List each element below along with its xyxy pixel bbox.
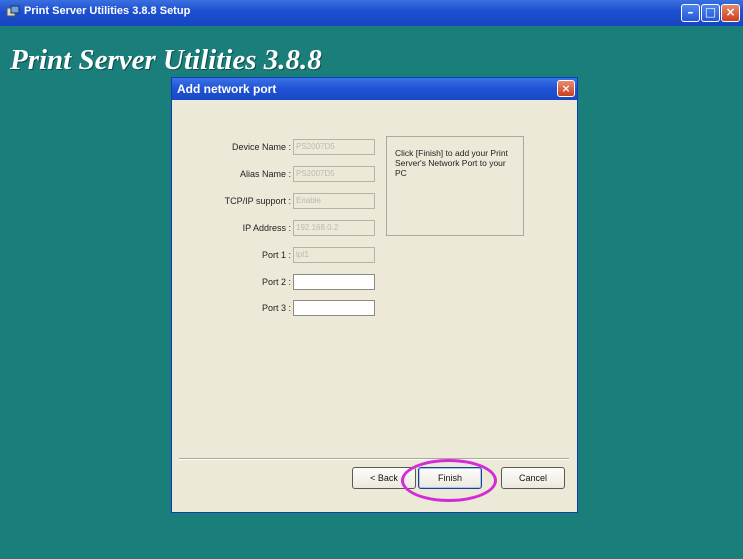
- info-box: Click [Finish] to add your Print Server'…: [386, 136, 524, 236]
- info-text: Click [Finish] to add your Print Server'…: [395, 148, 508, 178]
- minimize-button[interactable]: –: [681, 4, 700, 22]
- device-name-label: Device Name :: [231, 142, 291, 152]
- app-heading: Print Server Utilities 3.8.8: [10, 44, 322, 76]
- port2-label: Port 2 :: [261, 277, 291, 287]
- finish-highlight-circle: [401, 459, 497, 502]
- alias-name-label: Alias Name :: [239, 169, 291, 179]
- dialog-title: Add network port: [177, 82, 277, 96]
- port3-input[interactable]: [293, 300, 375, 316]
- ip-address-field: 192.168.0.2: [293, 220, 375, 236]
- ip-address-label: IP Address :: [242, 223, 291, 233]
- port1-field: lpt1: [293, 247, 375, 263]
- cancel-button[interactable]: Cancel: [501, 467, 565, 489]
- port1-label: Port 1 :: [261, 250, 291, 260]
- port2-input[interactable]: [293, 274, 375, 290]
- dialog-titlebar[interactable]: Add network port ×: [172, 78, 577, 100]
- button-separator: [179, 458, 569, 460]
- dialog-close-button[interactable]: ×: [557, 80, 575, 97]
- tcpip-support-label: TCP/IP support :: [224, 196, 291, 206]
- installer-screen: Print Server Utilities 3.8.8 Setup – □ ×…: [0, 0, 743, 559]
- tcpip-support-field: Enable: [293, 193, 375, 209]
- close-button[interactable]: ×: [721, 4, 740, 22]
- dialog-body: Device Name : PS2007D5 Alias Name : PS20…: [179, 104, 569, 474]
- maximize-button[interactable]: □: [701, 4, 720, 22]
- port3-label: Port 3 :: [261, 303, 291, 313]
- setup-icon: [6, 5, 20, 17]
- outer-window-title: Print Server Utilities 3.8.8 Setup: [24, 5, 191, 17]
- device-name-field: PS2007D5: [293, 139, 375, 155]
- add-network-port-dialog: Add network port × Device Name : PS2007D…: [171, 77, 578, 513]
- outer-window-titlebar[interactable]: Print Server Utilities 3.8.8 Setup – □ ×: [0, 0, 743, 26]
- alias-name-field: PS2007D5: [293, 166, 375, 182]
